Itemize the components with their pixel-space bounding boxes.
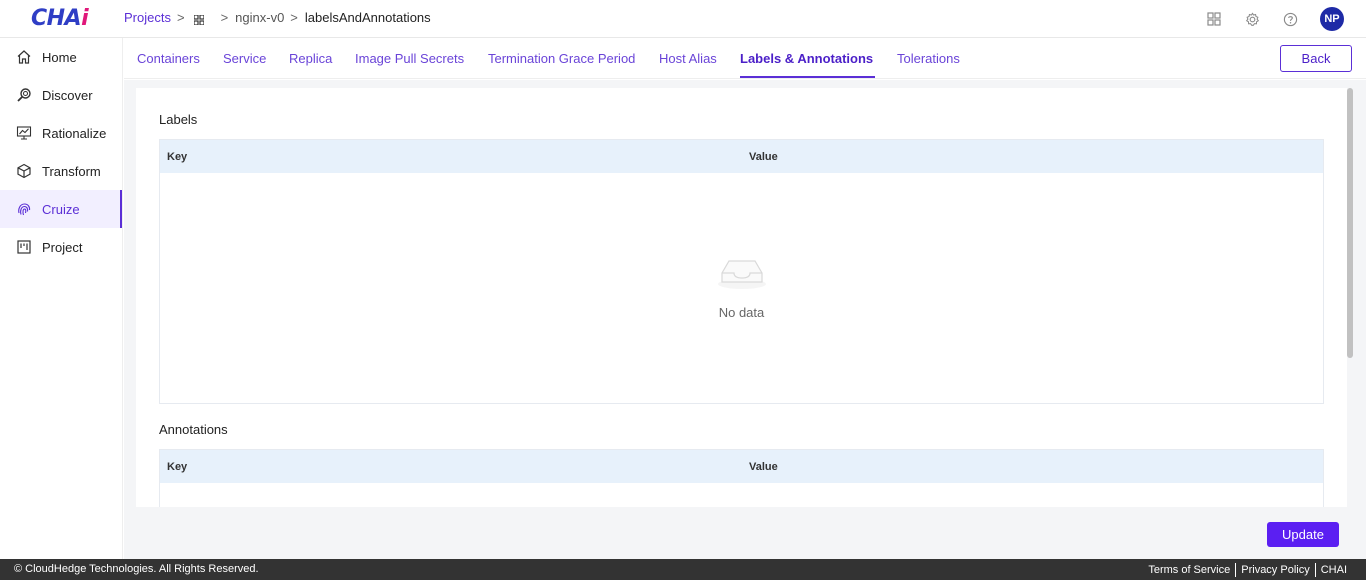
footer-links: Terms of Service Privacy Policy CHAI [1143,563,1352,577]
annotations-table-header: Key Value [160,450,1323,483]
sidebar-item-label: Cruize [42,201,80,217]
column-header-key: Key [167,150,188,163]
top-icons: NP [1206,7,1344,31]
transform-cube-icon [16,163,32,179]
logo-accent: i [81,6,89,31]
logo-text: CHA [31,6,82,31]
footer: © CloudHedge Technologies. All Rights Re… [0,559,1366,580]
tab-replica[interactable]: Replica [289,51,332,66]
labels-table: Key Value No data [159,139,1324,404]
labels-section-title: Labels [159,112,198,127]
tab-host-alias[interactable]: Host Alias [659,51,717,66]
top-header: CHAi Projects > > nginx-v0 > labelsAndAn… [0,0,1366,38]
chai-logo[interactable]: CHAi [31,6,89,31]
user-avatar[interactable]: NP [1320,7,1344,31]
breadcrumb-projects-link[interactable]: Projects [124,10,171,25]
sidebar-item-label: Transform [42,163,101,179]
sidebar-item-rationalize[interactable]: Rationalize [0,114,122,152]
breadcrumb-separator: > [220,10,229,25]
column-header-value: Value [749,460,778,473]
rationalize-chart-icon [16,125,32,141]
empty-inbox-icon [716,251,768,291]
copyright-text: © CloudHedge Technologies. All Rights Re… [14,563,259,575]
tab-termination-grace-period[interactable]: Termination Grace Period [488,51,635,66]
sidebar-item-label: Discover [42,87,93,103]
privacy-policy-link[interactable]: Privacy Policy [1236,564,1314,576]
sidebar-item-cruize[interactable]: Cruize [0,190,122,228]
panel-scrollbar-thumb[interactable] [1347,88,1353,358]
apps-grid-icon[interactable] [1206,11,1222,27]
chai-link[interactable]: CHAI [1316,564,1352,576]
terms-of-service-link[interactable]: Terms of Service [1143,564,1235,576]
cruize-fingerprint-icon [16,201,32,217]
sidebar-item-label: Rationalize [42,125,107,141]
sidebar: Home Discover Rationalize Transform Crui… [0,38,123,559]
breadcrumb-project[interactable]: nginx-v0 [235,10,284,25]
tab-tolerations[interactable]: Tolerations [897,51,960,66]
active-tab-indicator [740,76,875,78]
labels-empty-state: No data [160,173,1323,403]
help-icon[interactable] [1282,11,1298,27]
sidebar-item-label: Home [42,49,77,65]
breadcrumb-current: labelsAndAnnotations [304,10,431,25]
breadcrumb-separator: > [176,10,185,25]
no-data-text: No data [718,305,765,320]
discover-search-icon [16,87,32,103]
sidebar-item-discover[interactable]: Discover [0,76,122,114]
settings-gear-icon[interactable] [1244,11,1260,27]
labels-table-header: Key Value [160,140,1323,173]
sidebar-item-project[interactable]: Project [0,228,122,266]
tab-bar: Containers Service Replica Image Pull Se… [124,39,1366,79]
column-header-key: Key [167,460,188,473]
labels-annotations-panel: Labels Key Value No data Annotations Key… [136,88,1348,507]
column-header-value: Value [749,150,778,163]
sidebar-item-home[interactable]: Home [0,38,122,76]
annotations-table: Key Value [159,449,1324,507]
back-button[interactable]: Back [1280,45,1352,72]
home-icon [16,49,32,65]
apps-grid-icon[interactable] [192,13,205,26]
annotations-section-title: Annotations [159,422,228,437]
update-button[interactable]: Update [1267,522,1339,547]
breadcrumb: Projects > > nginx-v0 > labelsAndAnnotat… [124,10,431,26]
tab-containers[interactable]: Containers [137,51,200,66]
tab-labels-annotations[interactable]: Labels & Annotations [740,51,873,66]
breadcrumb-separator: > [290,10,298,25]
project-board-icon [16,239,32,255]
tab-image-pull-secrets[interactable]: Image Pull Secrets [355,51,464,66]
sidebar-item-transform[interactable]: Transform [0,152,122,190]
sidebar-item-label: Project [42,239,83,255]
tab-service[interactable]: Service [223,51,266,66]
